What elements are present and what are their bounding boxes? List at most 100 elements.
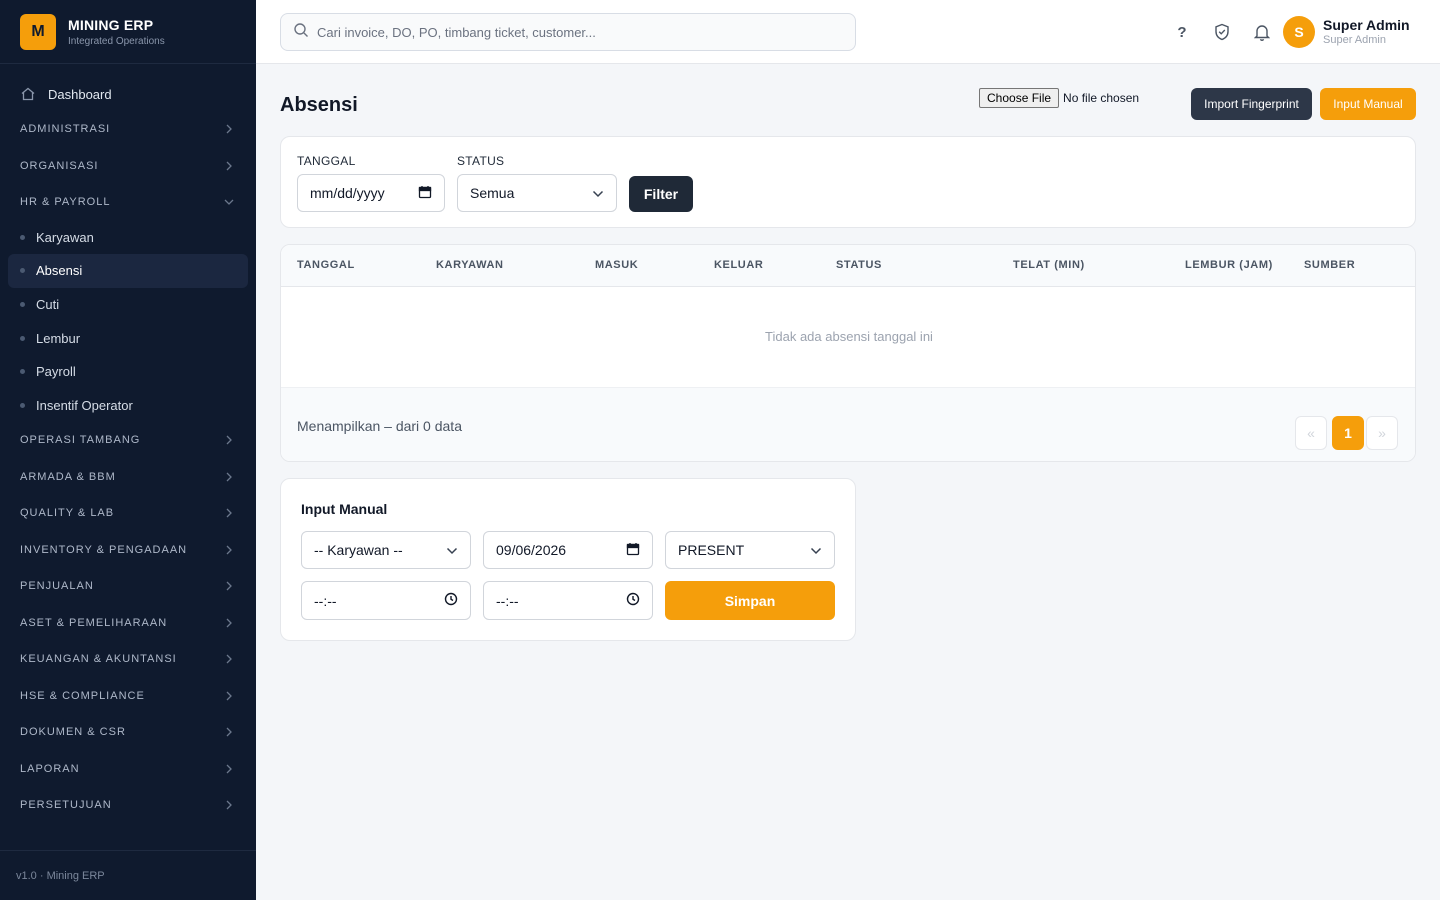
search-icon xyxy=(293,22,309,43)
save-button[interactable]: Simpan xyxy=(665,581,835,620)
calendar-icon xyxy=(626,542,640,559)
sidebar-section-label: LAPORAN xyxy=(20,762,80,775)
sidebar-section-operasi-tambang[interactable]: OPERASI TAMBANG xyxy=(0,422,256,459)
sidebar: M MINING ERP Integrated Operations Dashb… xyxy=(0,0,256,900)
sidebar-section-dokumen-csr[interactable]: DOKUMEN & CSR xyxy=(0,714,256,751)
sidebar-item-dashboard[interactable]: Dashboard xyxy=(0,77,256,111)
pagination-next-button[interactable]: » xyxy=(1366,416,1398,450)
sidebar-section-persetujuan[interactable]: PERSETUJUAN xyxy=(0,787,256,824)
clock-icon xyxy=(444,592,458,609)
manual-input-title: Input Manual xyxy=(301,501,388,517)
sidebar-section-label: PERSETUJUAN xyxy=(20,799,112,812)
attendance-status-select[interactable]: PRESENT xyxy=(665,531,835,569)
file-status-label: No file chosen xyxy=(1063,91,1140,105)
chevron-right-icon xyxy=(224,764,234,774)
chevron-right-icon xyxy=(224,727,234,737)
sidebar-item-cuti[interactable]: Cuti xyxy=(8,288,248,322)
attendance-date-input[interactable]: 09/06/2026 xyxy=(483,531,653,569)
choose-file-button[interactable]: Choose File xyxy=(979,88,1060,108)
table-footer: Menampilkan – dari 0 data « 1 » xyxy=(281,387,1415,461)
sidebar-section-penjualan[interactable]: PENJUALAN xyxy=(0,568,256,605)
sidebar-section-quality-lab[interactable]: QUALITY & LAB xyxy=(0,495,256,532)
sidebar-section-inventory-pengadaan[interactable]: INVENTORY & PENGADAAN xyxy=(0,532,256,569)
pagination-info: Menampilkan – dari 0 data xyxy=(297,418,462,434)
column-header[interactable]: STATUS xyxy=(836,259,882,271)
sidebar-item-lembur[interactable]: Lembur xyxy=(8,321,248,355)
sidebar-section-label: PENJUALAN xyxy=(20,580,94,593)
date-filter-input[interactable]: mm/dd/yyyy xyxy=(297,174,445,212)
sidebar-section-label: ADMINISTRASI xyxy=(20,123,111,136)
column-header[interactable]: TANGGAL xyxy=(297,259,355,271)
sidebar-section-hr-payroll[interactable]: HR & PAYROLL xyxy=(0,184,256,221)
topbar: ? S Super Admin Super Admin xyxy=(256,0,1440,64)
sidebar-section-hse-compliance[interactable]: HSE & COMPLIANCE xyxy=(0,678,256,715)
column-header[interactable]: LEMBUR (JAM) xyxy=(1185,259,1273,271)
sidebar-section-label: QUALITY & LAB xyxy=(20,507,115,520)
sidebar-section-label: OPERASI TAMBANG xyxy=(20,434,141,447)
manual-input-card: Input Manual -- Karyawan -- 09/06/2026 P… xyxy=(280,478,856,641)
chevron-right-icon xyxy=(224,545,234,555)
column-header[interactable]: SUMBER xyxy=(1304,259,1355,271)
column-header[interactable]: TELAT (MIN) xyxy=(1013,259,1085,271)
topbar-icons: ? xyxy=(1170,20,1290,44)
bell-icon[interactable] xyxy=(1250,20,1274,44)
column-header[interactable]: KELUAR xyxy=(714,259,763,271)
chevron-right-icon xyxy=(224,691,234,701)
sidebar-item-absensi[interactable]: Absensi xyxy=(8,254,248,288)
sidebar-item-insentif-operator[interactable]: Insentif Operator xyxy=(8,388,248,422)
time-in-input[interactable]: --:-- xyxy=(301,581,471,620)
sidebar-item-karyawan[interactable]: Karyawan xyxy=(8,221,248,255)
chevron-right-icon xyxy=(224,508,234,518)
sidebar-section-administrasi[interactable]: ADMINISTRASI xyxy=(0,111,256,148)
attendance-date-value: 09/06/2026 xyxy=(496,542,567,558)
attendance-status-value: PRESENT xyxy=(678,542,745,558)
page-title: Absensi xyxy=(280,94,358,116)
brand-text: MINING ERP Integrated Operations xyxy=(68,17,165,47)
sidebar-nav: Dashboard ADMINISTRASI ORGANISASI HR & P… xyxy=(0,64,256,824)
user-role: Super Admin xyxy=(1323,34,1386,46)
sidebar-section-laporan[interactable]: LAPORAN xyxy=(0,751,256,788)
chevron-down-icon xyxy=(446,542,458,558)
sidebar-section-label: HR & PAYROLL xyxy=(20,196,111,209)
column-header[interactable]: MASUK xyxy=(595,259,638,271)
time-in-value: --:-- xyxy=(314,592,337,609)
sidebar-section-armada-bbm[interactable]: ARMADA & BBM xyxy=(0,459,256,496)
chevron-right-icon xyxy=(224,581,234,591)
chevron-down-icon xyxy=(224,197,234,207)
employee-select-value: -- Karyawan -- xyxy=(314,542,403,558)
sidebar-section-organisasi[interactable]: ORGANISASI xyxy=(0,148,256,185)
pagination-page-button[interactable]: 1 xyxy=(1332,416,1364,450)
chevron-right-icon xyxy=(224,800,234,810)
sidebar-section-label: INVENTORY & PENGADAAN xyxy=(20,543,188,556)
sidebar-section-aset-pemeliharaan[interactable]: ASET & PEMELIHARAAN xyxy=(0,605,256,642)
column-header[interactable]: KARYAWAN xyxy=(436,259,504,271)
status-filter-select[interactable]: Semua xyxy=(457,174,617,212)
bullet-icon xyxy=(20,268,25,274)
employee-select[interactable]: -- Karyawan -- xyxy=(301,531,471,569)
chevron-down-icon xyxy=(592,185,604,201)
brand[interactable]: M MINING ERP Integrated Operations xyxy=(0,0,256,64)
filter-button[interactable]: Filter xyxy=(629,176,693,212)
user-name: Super Admin xyxy=(1323,17,1410,33)
search-box[interactable] xyxy=(280,13,856,51)
chevron-right-icon xyxy=(224,124,234,134)
time-out-input[interactable]: --:-- xyxy=(483,581,653,620)
attendance-table: TANGGAL KARYAWAN MASUK KELUAR STATUS TEL… xyxy=(280,244,1416,462)
table-header: TANGGAL KARYAWAN MASUK KELUAR STATUS TEL… xyxy=(281,245,1415,287)
bullet-icon xyxy=(20,335,25,341)
sidebar-item-payroll[interactable]: Payroll xyxy=(8,355,248,389)
pagination-prev-button[interactable]: « xyxy=(1295,416,1327,450)
sidebar-item-label: Insentif Operator xyxy=(36,397,133,413)
shield-check-icon[interactable] xyxy=(1210,20,1234,44)
file-input[interactable]: Choose File No file chosen xyxy=(979,88,1139,108)
import-fingerprint-button[interactable]: Import Fingerprint xyxy=(1191,88,1312,120)
user-info[interactable]: Super Admin Super Admin xyxy=(1323,17,1410,46)
search-input[interactable] xyxy=(317,24,837,40)
input-manual-button[interactable]: Input Manual xyxy=(1320,88,1416,120)
time-out-value: --:-- xyxy=(496,592,519,609)
avatar[interactable]: S xyxy=(1283,16,1315,48)
sidebar-section-keuangan-akuntansi[interactable]: KEUANGAN & AKUNTANSI xyxy=(0,641,256,678)
chevron-right-icon xyxy=(224,435,234,445)
help-icon[interactable]: ? xyxy=(1170,20,1194,44)
calendar-icon xyxy=(418,185,432,202)
